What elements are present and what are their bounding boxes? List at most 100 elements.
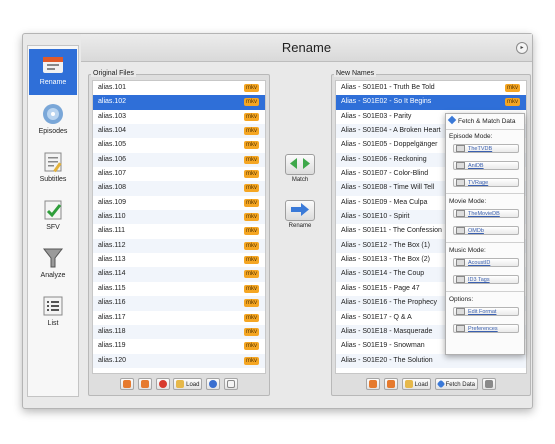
music-mode-label: Music Mode:	[449, 247, 486, 254]
list-item-name: alias.116	[98, 299, 126, 307]
sidebar-item-sfv[interactable]: SFV	[29, 194, 77, 231]
list-item[interactable]: Alias - S01E02 - So It Begins mkv	[336, 95, 526, 110]
new-names-label: New Names	[334, 70, 377, 77]
list-item[interactable]: alias.108 mkv	[93, 181, 265, 196]
popup-header: Fetch & Match Data	[447, 115, 516, 125]
move-up-button[interactable]	[384, 378, 399, 390]
list-item[interactable]: alias.105 mkv	[93, 138, 265, 152]
list-item[interactable]: Alias - S01E20 - The Solution	[336, 353, 526, 368]
move-up-button[interactable]	[137, 378, 152, 390]
tvrage-button[interactable]: TVRage	[453, 178, 519, 187]
anidb-icon	[456, 162, 465, 170]
list-item[interactable]: alias.107 mkv	[93, 167, 265, 181]
list-item[interactable]: alias.117 mkv	[93, 311, 265, 325]
anidb-label: AniDB	[468, 163, 484, 169]
sidebar-item-label: Episodes	[38, 128, 68, 135]
analyze-icon	[42, 248, 64, 268]
separator	[446, 242, 524, 243]
thetvdb-button[interactable]: TheTVDB	[453, 144, 519, 153]
list-item[interactable]: alias.119 mkv	[93, 339, 265, 353]
original-files-list[interactable]: alias.101 mkv alias.102 mkv alias.103 mkv alia…	[92, 80, 266, 374]
list-item[interactable]: alias.101 mkv	[93, 81, 265, 95]
list-item-name: Alias - S01E17 - Q & A	[341, 313, 412, 321]
remove-button[interactable]	[155, 378, 170, 390]
load-label: Load	[186, 382, 200, 388]
list-item[interactable]: alias.112 mkv	[93, 238, 265, 254]
list-item[interactable]: alias.114 mkv	[93, 267, 265, 282]
remove-icon	[158, 379, 167, 388]
omdb-button[interactable]: OMDb	[453, 226, 519, 235]
list-item-name: alias.101	[98, 84, 127, 91]
list-item[interactable]: alias.113 mkv	[93, 253, 265, 267]
popup-title: Fetch & Match Data	[458, 118, 516, 125]
anidb-button[interactable]: AniDB	[453, 161, 519, 170]
sidebar-item-episodes[interactable]: Episodes	[29, 98, 77, 135]
sidebar-item-subtitles[interactable]: Subtitles	[29, 146, 77, 183]
extension-badge: mkv	[244, 256, 259, 265]
list-item[interactable]: alias.111 mkv	[93, 224, 265, 238]
list-item-name: Alias - S01E05 - Doppelgänger	[341, 141, 438, 149]
load-button[interactable]: Load	[173, 378, 203, 390]
themoviedb-button[interactable]: TheMovieDB	[453, 209, 519, 218]
separator	[446, 193, 524, 194]
list-item-name: alias.120	[98, 356, 127, 364]
list-item[interactable]: alias.103 mkv	[93, 110, 265, 124]
list-item[interactable]: alias.115 mkv	[93, 282, 265, 296]
clear-button[interactable]	[224, 378, 239, 390]
load-button[interactable]: Load	[401, 378, 431, 390]
list-item-name: alias.105	[98, 141, 127, 149]
fetch-data-button[interactable]: Fetch Data	[434, 378, 478, 390]
subtitles-icon	[44, 152, 62, 173]
preferences-button[interactable]: Preferences	[453, 324, 519, 333]
fetch-data-label: Fetch Data	[445, 382, 475, 388]
acoustid-button[interactable]: AcoustID	[453, 258, 519, 267]
extension-badge: mkv	[244, 184, 259, 193]
move-down-button[interactable]	[366, 378, 381, 390]
list-item[interactable]: alias.116 mkv	[93, 296, 265, 311]
list-item-name: alias.111	[98, 227, 125, 235]
episode-mode-label: Episode Mode:	[449, 133, 493, 140]
omdb-label: OMDb	[468, 228, 484, 234]
list-item-name: alias.107	[98, 170, 127, 178]
list-item[interactable]: alias.104 mkv	[93, 124, 265, 139]
sidebar-item-label: Analyze	[40, 272, 66, 279]
id3-tags-button[interactable]: ID3 Tags	[453, 275, 519, 284]
acoustid-label: AcoustID	[468, 260, 491, 266]
toolbar-toggle-button[interactable]: ▸	[516, 42, 528, 54]
rename-button[interactable]: Rename	[285, 200, 315, 229]
edit-format-button[interactable]: Edit Format	[453, 307, 519, 316]
list-item-name: alias.108	[98, 184, 127, 192]
list-item[interactable]: Alias - S01E01 - Truth Be Told mkv	[336, 81, 526, 95]
list-item[interactable]: alias.106 mkv	[93, 152, 265, 168]
sfv-icon	[44, 200, 62, 220]
edit-format-label: Edit Format	[468, 309, 497, 315]
list-item[interactable]: alias.120 mkv	[93, 353, 265, 368]
list-item-name: Alias - S01E18 - Masquerade	[341, 327, 433, 335]
list-item[interactable]: alias.110 mkv	[93, 210, 265, 225]
sidebar-item-label: SFV	[46, 224, 60, 231]
move-down-button[interactable]	[119, 378, 134, 390]
sidebar-item-list[interactable]: List	[29, 290, 77, 327]
extension-badge: mkv	[244, 313, 259, 322]
list-item-name: Alias - S01E12 - The Box (1)	[341, 241, 430, 249]
list-item-name: Alias - S01E11 - The Confession	[341, 227, 442, 235]
acoustid-icon	[456, 259, 465, 267]
match-button[interactable]: Match	[285, 154, 315, 183]
list-item[interactable]: alias.118 mkv	[93, 324, 265, 340]
sidebar-item-rename[interactable]: Rename	[29, 49, 77, 95]
match-label: Match	[291, 177, 309, 183]
list-item-name: alias.119	[98, 342, 126, 350]
folder-icon	[404, 379, 413, 388]
list-item[interactable]: alias.109 mkv	[93, 196, 265, 210]
refresh-button[interactable]	[206, 378, 221, 390]
extension-badge: mkv	[244, 227, 259, 236]
list-item[interactable]: alias.102 mkv	[93, 95, 265, 110]
sidebar-item-analyze[interactable]: Analyze	[29, 242, 77, 279]
rename-arrow-icon	[285, 200, 315, 221]
new-names-toolbar: Load Fetch Data	[332, 378, 530, 392]
settings-button[interactable]	[481, 378, 496, 390]
omdb-icon	[456, 227, 465, 235]
arrow-down-icon	[369, 379, 378, 388]
tvrage-icon	[456, 179, 465, 187]
extension-badge: mkv	[244, 327, 259, 336]
